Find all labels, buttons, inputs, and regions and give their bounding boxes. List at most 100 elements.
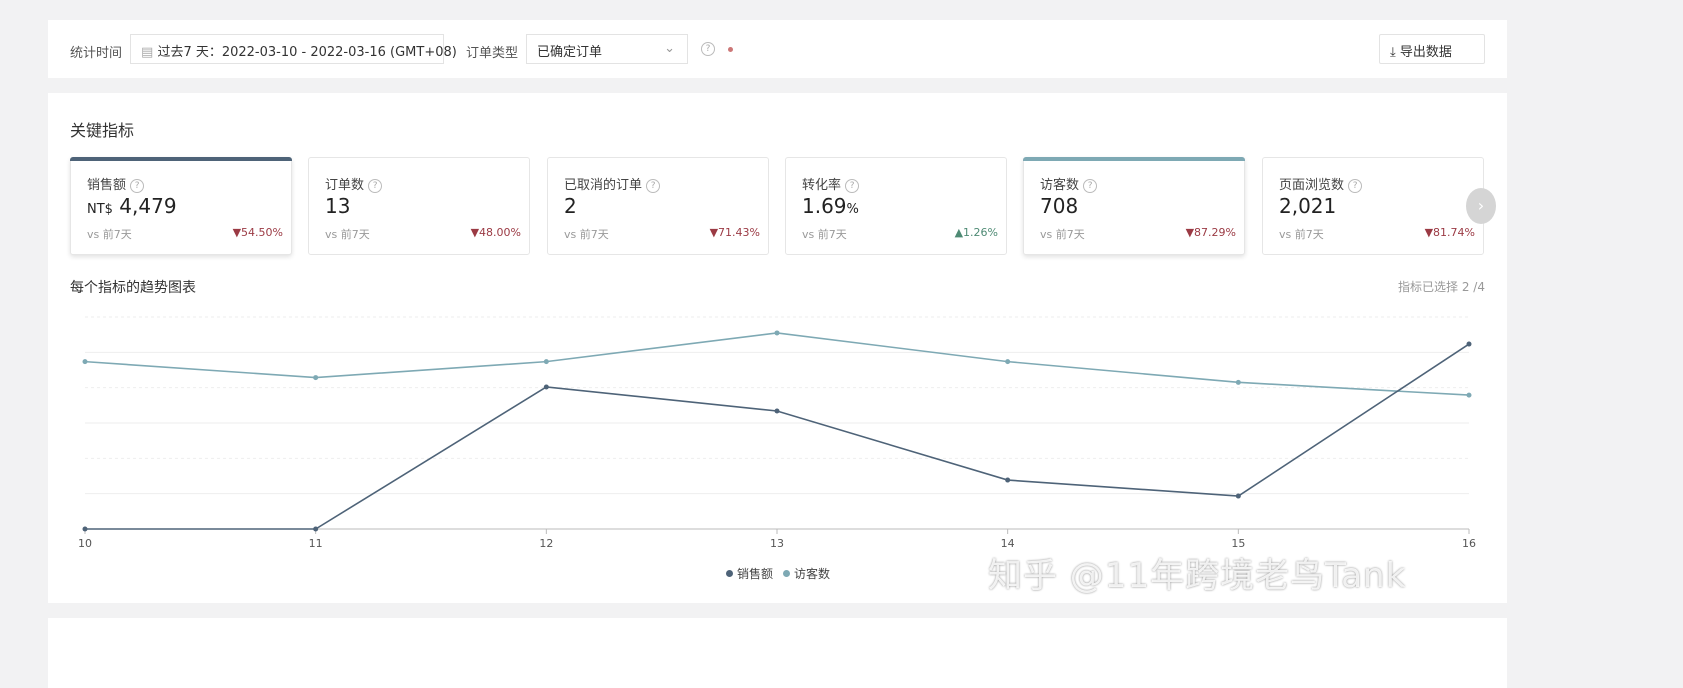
- kpi-change: ▼87.29%: [1186, 226, 1236, 239]
- kpi-name: 页面浏览数 ?: [1279, 174, 1363, 193]
- chart-legend: 销售额 访客数: [716, 565, 830, 582]
- data-point: [543, 359, 549, 365]
- kpi-compare-label: vs 前7天: [1040, 228, 1085, 241]
- help-icon[interactable]: ?: [1083, 178, 1098, 193]
- x-tick-label: 13: [770, 537, 784, 550]
- kpi-change-value: 1.26%: [963, 226, 998, 239]
- kpi-card[interactable]: 访客数 ? 708 vs 前7天 ▼87.29%: [1023, 157, 1245, 255]
- kpi-compare-label: vs 前7天: [1279, 228, 1324, 241]
- kpi-name: 销售额 ?: [87, 174, 145, 193]
- calendar-icon: ▤: [141, 45, 154, 60]
- kpi-name: 访客数 ?: [1040, 174, 1098, 193]
- kpi-value: 13: [325, 194, 350, 218]
- kpi-compare-label: vs 前7天: [564, 228, 609, 241]
- series-line: [85, 343, 1470, 530]
- kpi-name: 转化率 ?: [802, 174, 860, 193]
- section-title: 关键指标: [70, 121, 135, 140]
- kpi-change: ▼54.50%: [233, 226, 283, 239]
- help-icon[interactable]: ?: [130, 178, 145, 193]
- x-tick-label: 10: [78, 537, 92, 550]
- kpi-card[interactable]: 转化率 ? 1.69% vs 前7天 ▲1.26%: [785, 157, 1007, 255]
- kpi-value: 2,021: [1279, 194, 1336, 218]
- trend-title: 每个指标的趋势图表: [70, 280, 196, 296]
- kpi-card[interactable]: 销售额 ? NT$ 4,479 vs 前7天 ▼54.50%: [70, 157, 292, 255]
- kpi-value: 708: [1040, 194, 1078, 218]
- help-icon[interactable]: ?: [845, 178, 860, 193]
- kpi-compare-label: vs 前7天: [325, 228, 370, 241]
- kpi-card[interactable]: 订单数 ? 13 vs 前7天 ▼48.00%: [308, 157, 530, 255]
- triangle-down-icon: ▼: [470, 226, 480, 239]
- next-arrow-button[interactable]: ›: [1466, 188, 1496, 224]
- data-point: [1466, 392, 1472, 398]
- data-point: [82, 359, 88, 365]
- export-label: 导出数据: [1399, 45, 1452, 60]
- triangle-down-icon: ▼: [709, 226, 719, 239]
- kpi-label: 页面浏览数: [1279, 178, 1345, 193]
- kpi-change: ▼81.74%: [1425, 226, 1475, 239]
- kpi-change-value: 48.00%: [479, 226, 521, 239]
- kpi-number: 1.69: [802, 194, 847, 218]
- kpi-label: 销售额: [87, 178, 127, 193]
- kpi-card[interactable]: 已取消的订单 ? 2 vs 前7天 ▼71.43%: [547, 157, 769, 255]
- export-button[interactable]: ⤓ 导出数据: [1379, 34, 1485, 64]
- data-point: [1005, 477, 1011, 483]
- kpi-label: 已取消的订单: [564, 178, 643, 193]
- bottom-panel: [48, 618, 1507, 688]
- kpi-label: 访客数: [1040, 178, 1080, 193]
- data-point: [774, 330, 780, 336]
- date-range-value: 过去7 天：2022-03-10 - 2022-03-16 (GMT+08): [157, 45, 457, 60]
- kpi-compare-label: vs 前7天: [802, 228, 847, 241]
- kpi-suffix: %: [846, 202, 859, 217]
- legend-item[interactable]: 访客数: [794, 567, 830, 581]
- kpi-label: 订单数: [325, 178, 365, 193]
- kpi-change-value: 81.74%: [1433, 226, 1475, 239]
- key-metrics-panel: 关键指标 销售额 ? NT$ 4,479 vs 前7天 ▼54.50% 订单数 ?…: [48, 93, 1507, 603]
- data-point: [1005, 359, 1011, 365]
- kpi-card[interactable]: 页面浏览数 ? 2,021 vs 前7天 ▼81.74%: [1262, 157, 1484, 255]
- order-type-label: 订单类型: [466, 46, 519, 61]
- filter-bar: 统计时间 ▤ 过去7 天：2022-03-10 - 2022-03-16 (GM…: [48, 20, 1507, 78]
- kpi-change: ▼71.43%: [710, 226, 760, 239]
- download-icon: ⤓: [1390, 45, 1396, 60]
- kpi-change-value: 71.43%: [718, 226, 760, 239]
- watermark: 知乎 @11年跨境老鸟Tank: [988, 556, 1407, 596]
- triangle-down-icon: ▼: [232, 226, 242, 239]
- data-point: [1235, 493, 1241, 499]
- kpi-prefix: NT$: [87, 202, 113, 217]
- kpi-value: 2: [564, 194, 577, 218]
- kpi-label: 转化率: [802, 178, 842, 193]
- help-icon[interactable]: ?: [1348, 178, 1363, 193]
- kpi-value: 1.69%: [802, 194, 859, 218]
- help-icon[interactable]: ?: [701, 42, 715, 56]
- data-point: [1466, 341, 1472, 347]
- legend-item[interactable]: 销售额: [737, 567, 773, 581]
- kpi-number: 4,479: [119, 194, 177, 218]
- order-type-select[interactable]: 已确定订单 ⌄: [526, 34, 688, 64]
- triangle-down-icon: ▼: [1424, 226, 1434, 239]
- kpi-number: 2,021: [1279, 194, 1337, 218]
- legend-dot-icon: [726, 570, 733, 577]
- kpi-name: 已取消的订单 ?: [564, 174, 661, 193]
- triangle-down-icon: ▼: [1185, 226, 1195, 239]
- status-dot: [728, 47, 733, 52]
- kpi-change: ▲1.26%: [955, 226, 998, 239]
- kpi-number: 2: [564, 194, 577, 218]
- data-point: [774, 408, 780, 414]
- help-icon[interactable]: ?: [646, 178, 661, 193]
- date-range-picker[interactable]: ▤ 过去7 天：2022-03-10 - 2022-03-16 (GMT+08): [130, 34, 457, 64]
- kpi-change-value: 87.29%: [1194, 226, 1236, 239]
- kpi-number: 708: [1040, 194, 1079, 218]
- selected-bar: [1023, 157, 1245, 161]
- kpi-change: ▼48.00%: [471, 226, 521, 239]
- selected-bar: [70, 157, 292, 161]
- x-tick-label: 11: [309, 537, 323, 550]
- order-type-value: 已确定订单: [537, 45, 603, 60]
- kpi-compare-label: vs 前7天: [87, 228, 132, 241]
- data-point: [313, 526, 319, 532]
- kpi-name: 订单数 ?: [325, 174, 383, 193]
- trend-chart: 10 11 12 13 14 15 16: [78, 316, 1476, 550]
- data-point: [543, 384, 549, 390]
- series-line: [84, 332, 1470, 396]
- help-icon[interactable]: ?: [368, 178, 383, 193]
- kpi-number: 13: [325, 194, 351, 218]
